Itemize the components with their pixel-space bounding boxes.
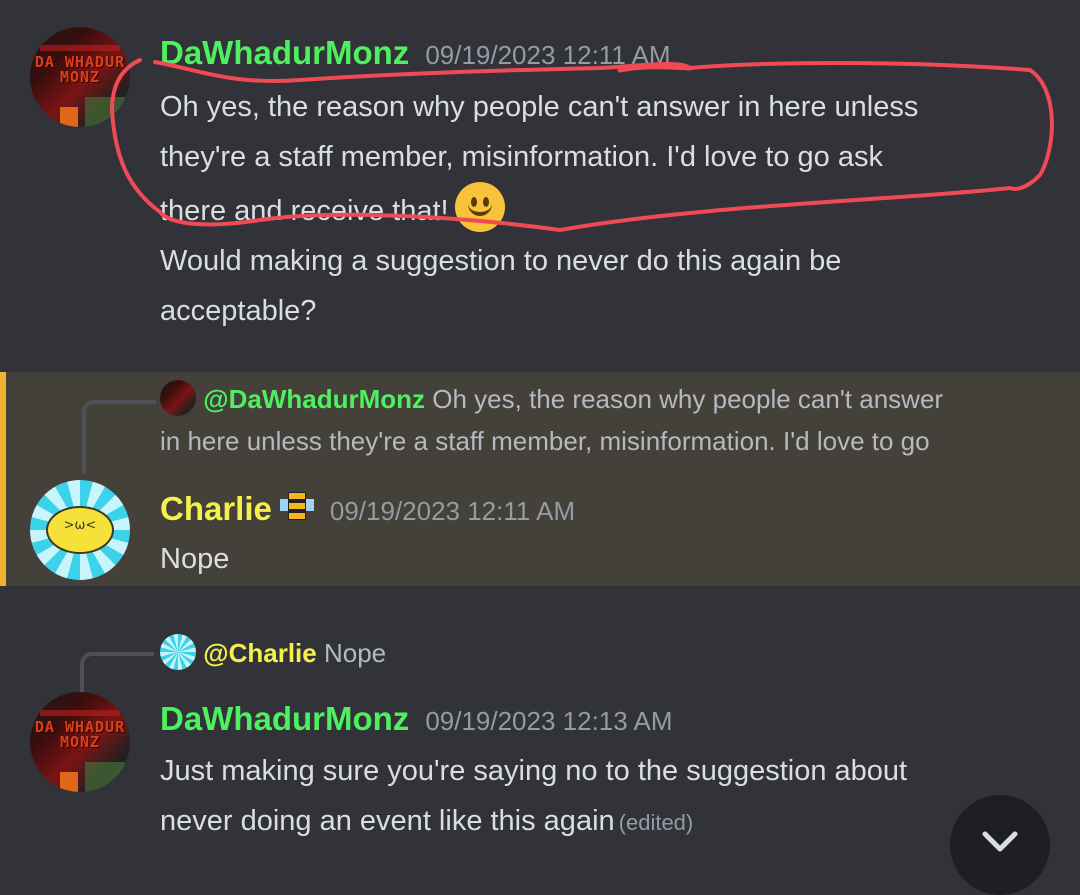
message-header: DaWhadurMonz 09/19/2023 12:13 AM xyxy=(160,700,673,738)
chevron-down-icon xyxy=(982,831,1018,852)
reply-mention[interactable]: @Charlie xyxy=(203,638,317,668)
lemon-face: >ω< xyxy=(63,518,97,533)
avatar-text: DA WHADUR MONZ xyxy=(34,53,126,86)
slightly-smiling-face-icon[interactable] xyxy=(454,182,505,232)
edited-label: (edited) xyxy=(618,810,694,835)
message-line: never doing an event like this again (edi… xyxy=(160,796,1040,848)
avatar-decoration xyxy=(85,97,125,127)
reply-avatar-dawhadurmonz xyxy=(160,380,196,416)
avatar-dawhadurmonz[interactable]: DA WHADUR MONZ xyxy=(30,27,130,127)
avatar-decoration xyxy=(60,107,78,127)
reply-connector xyxy=(82,400,156,474)
bee-icon xyxy=(279,492,314,522)
username[interactable]: Charlie xyxy=(160,490,272,527)
message-dawhadurmonz-2: @Charlie Nope DA WHADUR MONZ DaWhadurMon… xyxy=(0,620,1080,862)
message-content: Just making sure you're saying no to the… xyxy=(160,746,1040,848)
message-line: Would making a suggestion to never do th… xyxy=(160,245,842,277)
message-line: there and receive that! xyxy=(160,182,1040,236)
message-line-text: there and receive that! xyxy=(160,195,449,227)
reply-preview[interactable]: @Charlie Nope xyxy=(160,632,386,674)
message-line: Oh yes, the reason why people can't answ… xyxy=(160,91,919,123)
avatar-decoration xyxy=(40,710,120,716)
avatar-decoration xyxy=(85,762,125,792)
message-line: Just making sure you're saying no to the… xyxy=(160,755,908,787)
lemon-icon: >ω< xyxy=(46,506,114,554)
message-content: Nope xyxy=(160,543,230,575)
avatar-decoration xyxy=(40,45,120,51)
message-header: DaWhadurMonz 09/19/2023 12:11 AM xyxy=(160,34,671,72)
message-line: they're a staff member, misinformation. … xyxy=(160,141,883,173)
avatar-charlie[interactable]: >ω< xyxy=(30,480,130,580)
reply-text: Nope xyxy=(323,638,387,668)
avatar-decoration xyxy=(60,772,78,792)
message-charlie: @DaWhadurMonz Oh yes, the reason why peo… xyxy=(0,372,1080,586)
reply-preview[interactable]: @DaWhadurMonz Oh yes, the reason why peo… xyxy=(160,378,943,420)
avatar-dawhadurmonz[interactable]: DA WHADUR MONZ xyxy=(30,692,130,792)
timestamp: 09/19/2023 12:11 AM xyxy=(329,496,576,526)
scroll-to-bottom-button[interactable] xyxy=(950,795,1050,895)
message-line-text: never doing an event like this again xyxy=(160,805,615,837)
username[interactable]: DaWhadurMonz xyxy=(160,34,409,71)
message-content: Oh yes, the reason why people can't answ… xyxy=(160,82,1040,336)
message-header: Charlie 09/19/2023 12:11 AM xyxy=(160,490,575,528)
message-dawhadurmonz-1: DA WHADUR MONZ DaWhadurMonz 09/19/2023 12… xyxy=(0,0,1080,360)
reply-text-line2: in here unless they're a staff member, m… xyxy=(160,426,930,456)
reply-avatar-charlie xyxy=(160,634,196,670)
username[interactable]: DaWhadurMonz xyxy=(160,700,409,737)
message-line: acceptable? xyxy=(160,295,317,327)
reply-mention[interactable]: @DaWhadurMonz xyxy=(203,384,425,414)
timestamp: 09/19/2023 12:11 AM xyxy=(425,40,671,70)
reply-text: Oh yes, the reason why people can't answ… xyxy=(432,384,944,414)
avatar-text: DA WHADUR MONZ xyxy=(34,718,126,751)
timestamp: 09/19/2023 12:13 AM xyxy=(425,706,673,736)
